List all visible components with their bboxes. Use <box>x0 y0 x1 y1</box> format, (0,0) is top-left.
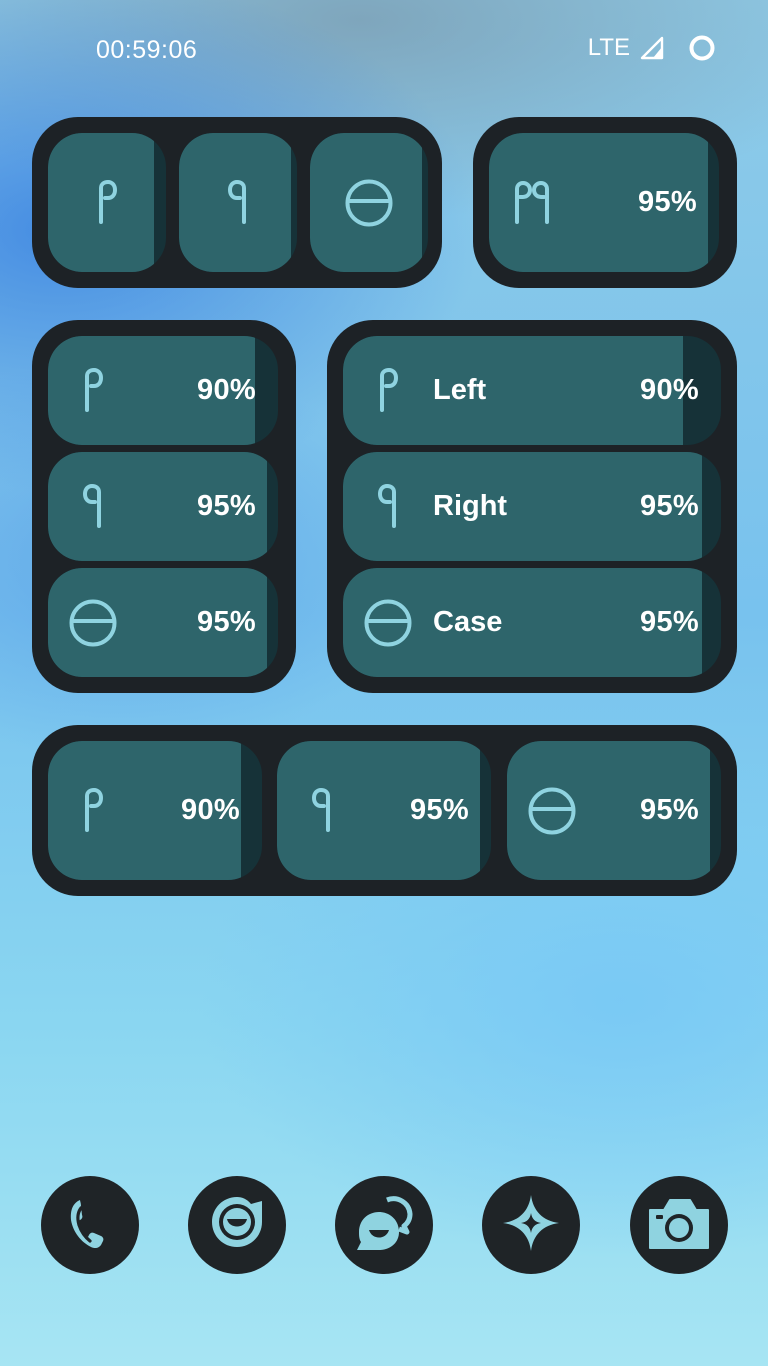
widget-column: 90% 95% 95% <box>32 320 296 693</box>
messaging-icon <box>205 1191 269 1260</box>
tile-right-earbud[interactable]: 95% <box>277 741 491 880</box>
tile-left-earbud[interactable]: Left 90% <box>343 336 721 445</box>
case-percent: 95% <box>640 606 699 638</box>
tile-left-earbud[interactable] <box>48 133 166 272</box>
tile-case[interactable]: Case 95% <box>343 568 721 677</box>
status-time: 00:59:06 <box>96 36 198 64</box>
tile-left-earbud[interactable]: 90% <box>48 336 278 445</box>
signal-icon <box>640 36 664 60</box>
left-earbud-icon <box>48 133 166 272</box>
right-percent: 95% <box>410 794 469 826</box>
tile-case[interactable]: 95% <box>48 568 278 677</box>
tile-combined[interactable]: 95% <box>489 133 719 272</box>
right-earbud-icon <box>179 133 297 272</box>
tile-right-earbud[interactable]: Right 95% <box>343 452 721 561</box>
left-percent: 90% <box>197 374 256 406</box>
status-icons: LTE <box>588 34 716 62</box>
chat-app[interactable] <box>335 1176 433 1274</box>
app-dock <box>0 1176 768 1274</box>
tile-left-earbud[interactable]: 90% <box>48 741 262 880</box>
sparkle-app[interactable] <box>482 1176 580 1274</box>
case-percent: 95% <box>640 794 699 826</box>
combined-percent: 95% <box>638 186 697 218</box>
right-percent: 95% <box>197 490 256 522</box>
chat-bubbles-icon <box>351 1192 417 1259</box>
right-label: Right <box>433 490 508 522</box>
widget-labeled: Left 90% Right 95% Case 95% <box>327 320 737 693</box>
case-percent: 95% <box>197 606 256 638</box>
left-percent: 90% <box>181 794 240 826</box>
widget-combined: 95% <box>473 117 737 288</box>
left-label: Left <box>433 374 487 406</box>
tile-case[interactable] <box>310 133 428 272</box>
right-percent: 95% <box>640 490 699 522</box>
messaging-app[interactable] <box>188 1176 286 1274</box>
case-label: Case <box>433 606 503 638</box>
tile-right-earbud[interactable]: 95% <box>48 452 278 561</box>
camera-app[interactable] <box>630 1176 728 1274</box>
case-icon <box>310 133 428 272</box>
left-percent: 90% <box>640 374 699 406</box>
widget-icons-only <box>32 117 442 288</box>
tile-right-earbud[interactable] <box>179 133 297 272</box>
phone-app[interactable] <box>41 1176 139 1274</box>
widget-row: 90% 95% 95% <box>32 725 737 896</box>
sparkle-icon <box>499 1191 563 1260</box>
battery-ring-icon <box>688 34 716 62</box>
network-type: LTE <box>587 34 630 61</box>
tile-case[interactable]: 95% <box>507 741 721 880</box>
camera-icon <box>644 1194 714 1257</box>
phone-icon <box>61 1194 119 1257</box>
